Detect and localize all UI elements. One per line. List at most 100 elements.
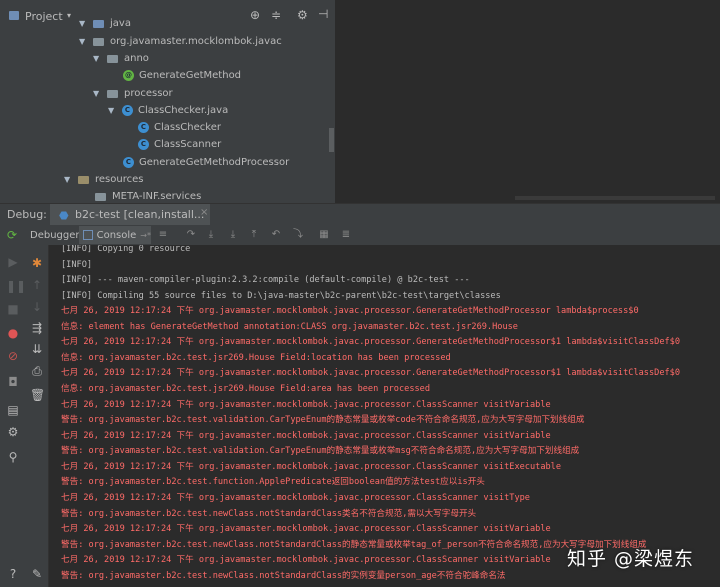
expand-arrow-icon[interactable]: ▼ xyxy=(93,54,101,63)
expand-arrow-icon[interactable]: ▼ xyxy=(93,89,101,98)
pin-icon[interactable]: ⚲ xyxy=(6,450,20,464)
evaluate-expression-icon[interactable]: ▦ xyxy=(319,230,329,240)
tree-item-classchecker[interactable]: C ClassChecker xyxy=(138,119,221,136)
camera-icon[interactable]: ◘ xyxy=(6,375,20,389)
console-line: [INFO] Copying 0 resource xyxy=(61,245,191,254)
console-line: [INFO] xyxy=(61,260,93,270)
drop-frame-icon[interactable]: ↶ xyxy=(271,230,281,240)
view-breakpoints-icon[interactable]: ● xyxy=(6,326,20,340)
rerun-icon[interactable]: ⟳ xyxy=(7,228,17,242)
tree-item-label: org.javamaster.mocklombok.javac xyxy=(110,36,282,47)
console-line: 警告: org.javamaster.b2c.test.newClass.not… xyxy=(61,571,506,581)
console-line: 警告: org.javamaster.b2c.test.newClass.not… xyxy=(61,509,477,519)
tab-console-label: Console xyxy=(96,229,137,241)
tree-item-meta-inf[interactable]: META-INF.services xyxy=(93,188,201,203)
folder-icon xyxy=(93,19,104,28)
settings-icon[interactable]: ⚙ xyxy=(6,425,20,439)
maven-run-icon: ⬣ xyxy=(59,209,69,222)
console-line: 七月 26, 2019 12:17:24 下午 org.javamaster.m… xyxy=(61,555,551,565)
tree-item-generategetmethodprocessor[interactable]: C GenerateGetMethodProcessor xyxy=(123,154,289,171)
trace-icon[interactable]: ≣ xyxy=(341,230,351,240)
console-line: 七月 26, 2019 12:17:24 下午 org.javamaster.m… xyxy=(61,368,681,378)
gear-icon[interactable]: ⚙ xyxy=(297,8,308,22)
debug-toolbar: ⟳ Debugger Console →* ≡ ↷ ⤓ ⤓ ⤒ ↶ ⤵ ▦ ≣ xyxy=(0,225,720,246)
console-line: 七月 26, 2019 12:17:24 下午 org.javamaster.m… xyxy=(61,493,530,503)
scroll-down-icon[interactable]: ↓ xyxy=(30,300,44,314)
console-line: 警告: org.javamaster.b2c.test.function.App… xyxy=(61,477,485,487)
tree-item-classscanner[interactable]: C ClassScanner xyxy=(138,136,221,153)
console-line: [INFO] Compiling 55 source files to D:\j… xyxy=(61,291,501,301)
tree-item-generategetmethod[interactable]: @ GenerateGetMethod xyxy=(123,67,241,84)
tab-debugger[interactable]: Debugger xyxy=(30,226,80,244)
resume-icon[interactable]: ▶ xyxy=(6,255,20,269)
project-scrollbar[interactable] xyxy=(329,128,334,152)
step-over-icon[interactable]: ↷ xyxy=(186,230,196,240)
layout-icon[interactable]: ▤ xyxy=(6,403,20,417)
console-icon xyxy=(83,230,93,240)
pin-tab-icon[interactable]: ✎ xyxy=(30,567,44,581)
run-config-tab[interactable]: ⬣ b2c-test [clean,install... × xyxy=(50,204,210,226)
package-icon xyxy=(93,37,104,46)
print-icon[interactable]: ⎙ xyxy=(30,364,44,378)
watermark: 知乎 @梁煜东 xyxy=(567,548,695,570)
tree-item-processor[interactable]: ▼ processor xyxy=(93,85,173,102)
resources-folder-icon xyxy=(78,175,89,184)
step-into-icon[interactable]: ⤓ xyxy=(206,230,216,240)
debug-label: Debug: xyxy=(7,208,47,221)
console-line: 七月 26, 2019 12:17:24 下午 org.javamaster.m… xyxy=(61,306,639,316)
pause-icon[interactable]: ❚❚ xyxy=(6,279,26,293)
tree-item-anno[interactable]: ▼ anno xyxy=(93,50,149,67)
tree-item-package[interactable]: ▼ org.javamaster.mocklombok.javac xyxy=(79,33,282,50)
soft-wrap-icon[interactable]: ⇶ xyxy=(30,321,44,335)
expand-arrow-icon[interactable]: ▼ xyxy=(79,19,87,28)
stop-icon[interactable]: ■ xyxy=(6,302,20,316)
tab-console[interactable]: Console →* xyxy=(79,226,151,244)
help-icon[interactable]: ? xyxy=(6,567,20,581)
menu-lines-icon[interactable]: ≡ xyxy=(158,230,168,240)
class-icon: C xyxy=(123,157,134,168)
console-line: 警告: org.javamaster.b2c.test.validation.C… xyxy=(61,446,580,456)
collapse-all-icon[interactable]: ≑ xyxy=(271,8,281,22)
tree-item-label: anno xyxy=(124,53,149,64)
java-file-icon: C xyxy=(122,105,133,116)
project-panel-title[interactable]: Project xyxy=(25,10,63,23)
run-to-cursor-icon[interactable]: ⤵ xyxy=(293,230,303,240)
tree-item-classchecker-file[interactable]: ▼ C ClassChecker.java xyxy=(108,102,228,119)
close-tab-icon[interactable]: × xyxy=(200,207,208,218)
console-line: 七月 26, 2019 12:17:24 下午 org.javamaster.m… xyxy=(61,431,551,441)
scroll-from-source-icon[interactable]: ⊕ xyxy=(250,8,260,22)
hide-panel-icon[interactable]: ⊣ xyxy=(318,7,328,21)
dropdown-arrow-icon[interactable]: ▾ xyxy=(67,11,71,20)
expand-arrow-icon[interactable]: ▼ xyxy=(79,37,87,46)
class-icon: C xyxy=(138,122,149,133)
console-line: 警告: org.javamaster.b2c.test.validation.C… xyxy=(61,415,585,425)
tree-item-label: ClassChecker.java xyxy=(138,105,229,116)
tree-item-java[interactable]: ▼ java xyxy=(79,15,131,32)
console-line: 七月 26, 2019 12:17:24 下午 org.javamaster.m… xyxy=(61,524,551,534)
tree-item-label: ClassScanner xyxy=(154,139,222,150)
step-out-icon[interactable]: ⤒ xyxy=(249,230,259,240)
debug-tool-window-bar: Debug: ⬣ b2c-test [clean,install... × xyxy=(0,203,720,226)
console-line: 信息: org.javamaster.b2c.test.jsr269.House… xyxy=(61,384,431,394)
console-output[interactable]: [INFO] Copying 0 resource [INFO] [INFO] … xyxy=(49,245,720,587)
class-icon: C xyxy=(138,139,149,150)
scroll-to-end-icon[interactable]: ⇊ xyxy=(30,342,44,356)
annotation-icon: @ xyxy=(123,70,134,81)
console-line: 警告: org.javamaster.b2c.test.newClass.not… xyxy=(61,540,647,550)
console-line: 七月 26, 2019 12:17:24 下午 org.javamaster.m… xyxy=(61,462,562,472)
editor-area[interactable] xyxy=(335,0,720,203)
force-step-into-icon[interactable]: ⤓ xyxy=(228,230,238,240)
expand-arrow-icon[interactable]: ▼ xyxy=(64,175,72,184)
run-config-tab-label: b2c-test [clean,install... xyxy=(75,208,205,221)
console-side-actions: ✱ ↑ ↓ ⇶ ⇊ ⎙ 🗑 ✎ xyxy=(26,245,49,587)
clear-all-icon[interactable]: 🗑 xyxy=(30,388,45,402)
package-icon xyxy=(107,89,118,98)
scroll-up-icon[interactable]: ↑ xyxy=(30,278,44,292)
tree-item-label: java xyxy=(110,18,131,29)
tree-item-resources[interactable]: ▼ resources xyxy=(64,171,143,188)
expand-arrow-icon[interactable]: ▼ xyxy=(108,106,116,115)
mute-breakpoints-icon[interactable]: ⊘ xyxy=(6,349,20,363)
pin-arrow-icon: →* xyxy=(140,230,151,240)
bug-icon[interactable]: ✱ xyxy=(30,256,44,270)
console-line: 七月 26, 2019 12:17:24 下午 org.javamaster.m… xyxy=(61,400,551,410)
